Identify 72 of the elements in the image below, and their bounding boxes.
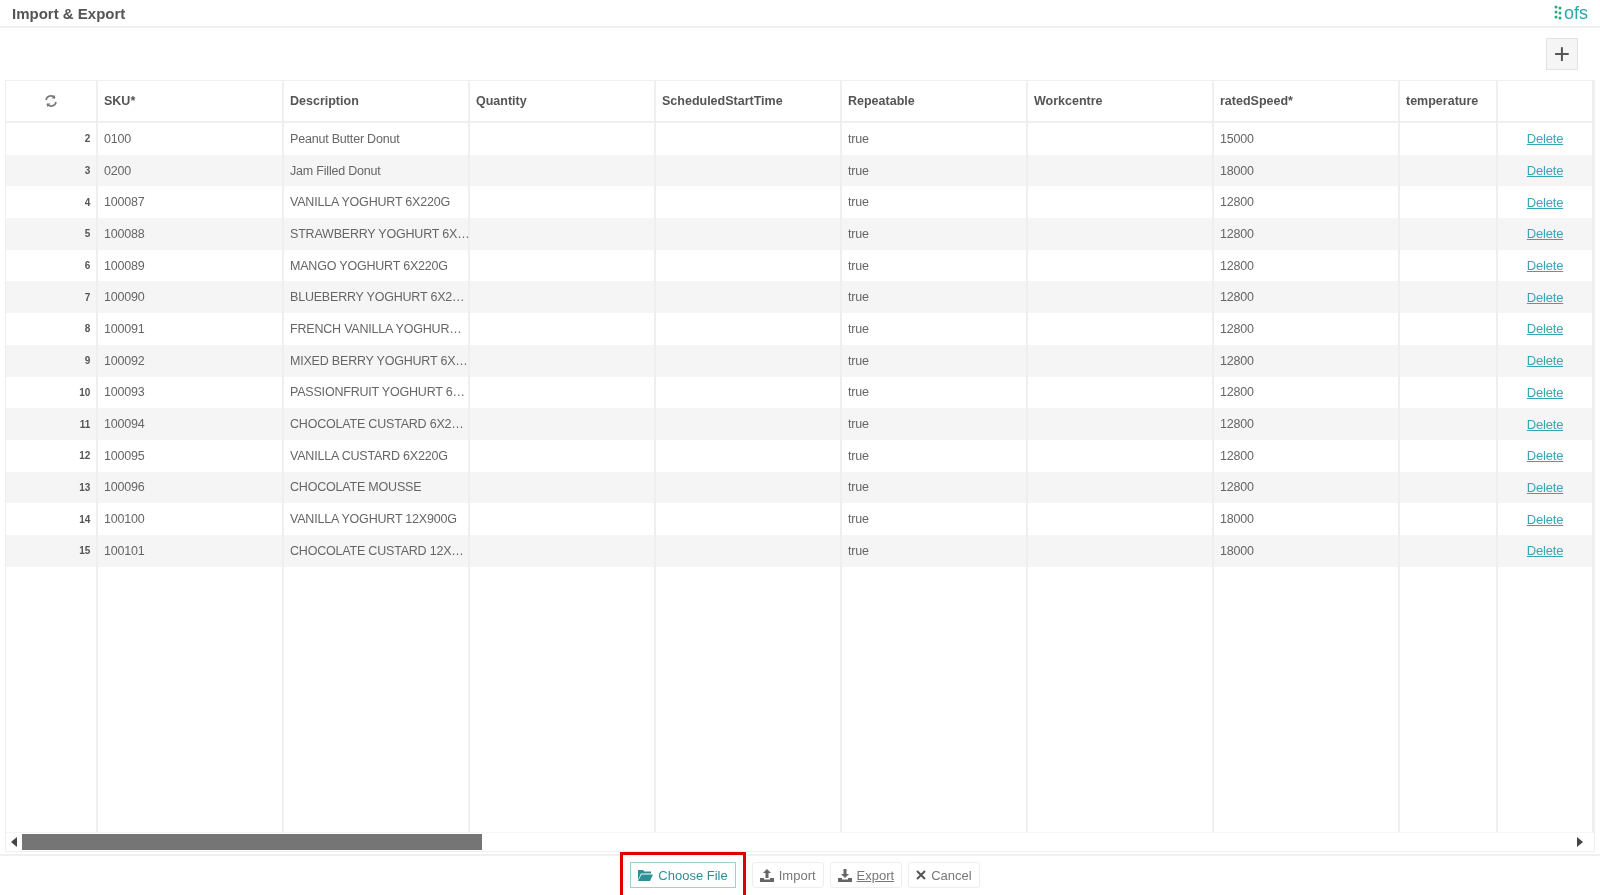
column-header[interactable]: Quantity (470, 81, 656, 121)
delete-link[interactable]: Delete (1526, 131, 1564, 147)
table-cell: true (842, 154, 1028, 187)
table-cell: Jam Filled Donut (284, 154, 470, 187)
table-cell: 12800 (1214, 218, 1400, 250)
table-cell: CHOCOLATE CUSTARD 12X… (284, 534, 470, 567)
column-header[interactable]: Description (284, 81, 470, 121)
table-cell: 0200 (98, 154, 284, 187)
refresh-icon[interactable] (44, 94, 58, 108)
table-cell: 100096 (98, 471, 284, 504)
export-button[interactable]: Export (829, 862, 903, 888)
table-cell: CHOCOLATE MOUSSE (284, 471, 470, 504)
table-cell: true (842, 534, 1028, 567)
column-header[interactable]: SKU* (98, 81, 284, 121)
scroll-right-icon[interactable] (1576, 837, 1584, 847)
delete-link[interactable]: Delete (1526, 511, 1564, 527)
table-cell: 12800 (1214, 344, 1400, 377)
delete-link[interactable]: Delete (1526, 448, 1564, 464)
delete-link[interactable]: Delete (1526, 289, 1564, 305)
table-cell: true (842, 344, 1028, 377)
table-cell: 12800 (1214, 471, 1400, 504)
logo: ofs (1554, 2, 1588, 24)
delete-link[interactable]: Delete (1526, 384, 1564, 400)
column-header[interactable]: temperature (1400, 81, 1498, 121)
column-header[interactable]: ScheduledStartTime (656, 81, 842, 121)
column-header[interactable]: Workcentre (1028, 81, 1214, 121)
table-cell: 18000 (1214, 534, 1400, 567)
folder-icon (638, 869, 654, 881)
table-cell: BLUEBERRY YOGHURT 6X2… (284, 281, 470, 314)
table-cell: CHOCOLATE CUSTARD 6X2… (284, 408, 470, 440)
table-cell: 100090 (98, 281, 284, 314)
table-cell: 12800 (1214, 408, 1400, 440)
import-button[interactable]: Import (751, 862, 824, 888)
table-cell: 100088 (98, 218, 284, 250)
upload-icon (759, 868, 774, 882)
delete-link[interactable]: Delete (1526, 226, 1564, 242)
column-header[interactable]: Repeatable (842, 81, 1028, 121)
delete-link[interactable]: Delete (1526, 163, 1564, 179)
row-number: 5 (6, 218, 98, 250)
cancel-button[interactable]: Cancel (908, 862, 980, 888)
delete-link[interactable]: Delete (1526, 258, 1564, 274)
delete-link[interactable]: Delete (1526, 416, 1564, 432)
download-icon (837, 868, 852, 882)
row-number: 9 (6, 344, 98, 377)
table-cell: 12800 (1214, 281, 1400, 314)
delete-link[interactable]: Delete (1526, 321, 1564, 337)
add-button[interactable]: + (1546, 38, 1578, 70)
table-cell: 100092 (98, 344, 284, 377)
scroll-left-icon[interactable] (10, 837, 18, 847)
scrollbar-thumb[interactable] (22, 834, 482, 850)
delete-link[interactable]: Delete (1526, 353, 1564, 369)
table-cell: MIXED BERRY YOGHURT 6X… (284, 344, 470, 377)
table-cell: true (842, 281, 1028, 314)
table-cell: 18000 (1214, 154, 1400, 187)
table-cell: 100094 (98, 408, 284, 440)
table-cell: true (842, 471, 1028, 504)
table-cell: true (842, 408, 1028, 440)
delete-link[interactable]: Delete (1526, 194, 1564, 210)
column-header[interactable]: ratedSpeed* (1214, 81, 1400, 121)
table-cell: true (842, 218, 1028, 250)
row-number: 3 (6, 154, 98, 187)
table-cell: 100101 (98, 534, 284, 567)
row-number: 11 (6, 408, 98, 440)
row-number: 7 (6, 281, 98, 314)
close-icon (916, 870, 927, 880)
row-number: 13 (6, 471, 98, 504)
delete-link[interactable]: Delete (1526, 543, 1564, 559)
table-cell: STRAWBERRY YOGHURT 6X… (284, 218, 470, 250)
choose-button[interactable]: Choose File (630, 862, 736, 888)
delete-link[interactable]: Delete (1526, 479, 1564, 495)
row-number: 15 (6, 534, 98, 567)
page-title: Import & Export (12, 4, 126, 22)
